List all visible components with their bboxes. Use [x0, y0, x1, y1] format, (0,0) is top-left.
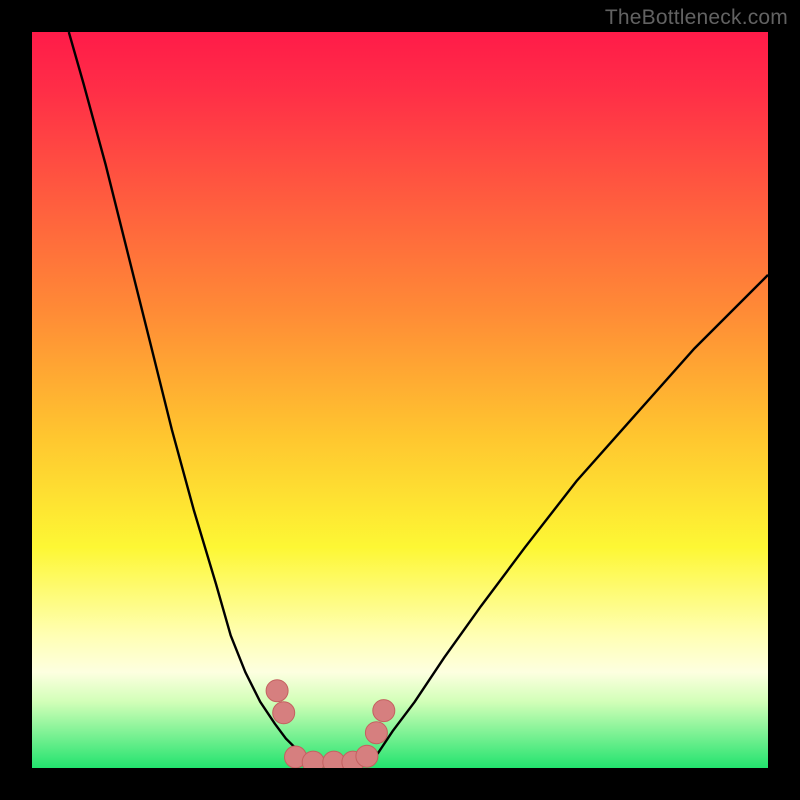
- marker-point: [323, 751, 345, 768]
- marker-point: [373, 700, 395, 722]
- marker-point: [356, 745, 378, 767]
- plot-area: [32, 32, 768, 768]
- bottleneck-curve: [69, 32, 768, 762]
- chart-svg: [32, 32, 768, 768]
- chart-frame: TheBottleneck.com: [0, 0, 800, 800]
- watermark-text: TheBottleneck.com: [605, 6, 788, 30]
- curve-group: [69, 32, 768, 762]
- marker-point: [273, 702, 295, 724]
- marker-point: [302, 751, 324, 768]
- marker-point: [266, 680, 288, 702]
- marker-point: [365, 722, 387, 744]
- marker-group: [266, 680, 395, 768]
